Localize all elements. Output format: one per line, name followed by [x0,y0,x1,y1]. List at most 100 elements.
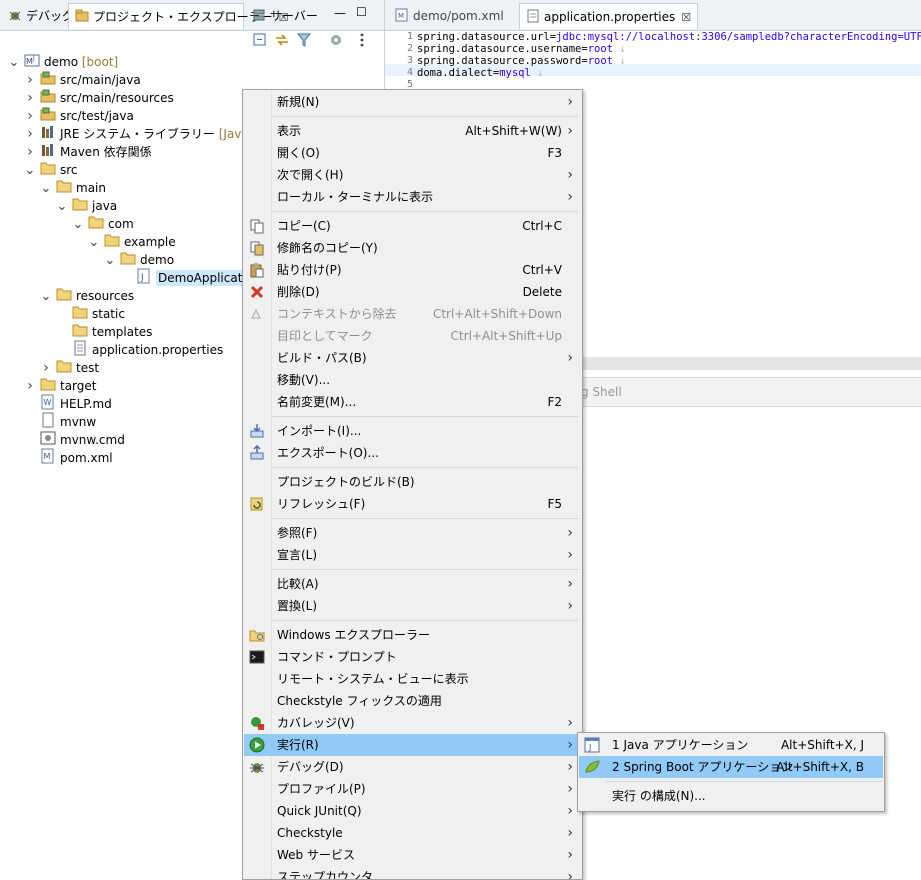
menu-item[interactable]: Checkstyle フィックスの適用 [244,690,581,712]
tab-application-properties[interactable]: application.properties ☒ [519,3,699,29]
tree-item[interactable]: ⌄ main [40,178,106,196]
menu-item[interactable]: 削除(D) Delete [244,281,581,303]
menu-item[interactable]: Windows エクスプローラー [244,624,581,646]
chevron-right-icon[interactable]: › [24,125,36,143]
tree-item[interactable]: › src/test/java [24,106,134,124]
chevron-down-icon[interactable]: ⌄ [40,290,52,303]
chevron-right-icon[interactable]: › [24,377,36,395]
menu-item-shortcut: Ctrl+C [522,219,562,233]
chevron-right-icon[interactable]: › [24,71,36,89]
tree-item[interactable]: › test [40,358,99,376]
chevron-down-icon[interactable]: ⌄ [24,164,36,177]
collapse-all-icon[interactable] [252,32,268,48]
menu-item[interactable]: 貼り付け(P) Ctrl+V [244,259,581,281]
link-with-editor-icon[interactable] [274,32,290,48]
menu-item[interactable]: カバレッジ(V) › [244,712,581,734]
menu-item[interactable]: プロジェクトのビルド(B) [244,471,581,493]
menu-item[interactable]: Quick JUnit(Q) › [244,800,581,822]
tree-item[interactable]: › src/main/resources [24,88,174,106]
tree-item[interactable]: ⌄ resources [40,286,134,304]
tree-item[interactable]: ⌄ M Jdemo [boot] [8,52,118,70]
code-line: spring.datasource.url=jdbc:mysql://local… [417,31,921,43]
menu-item[interactable]: 比較(A) › [244,573,581,595]
menu-item[interactable]: 実行(R) › [244,734,581,756]
submenu-item[interactable]: 実行 の構成(N)... [579,785,883,807]
menu-item[interactable]: 修飾名のコピー(Y) [244,237,581,259]
menu-item[interactable]: リフレッシュ(F) F5 [244,493,581,515]
tree-item[interactable]: application.properties [56,340,223,358]
tree-item[interactable]: › Maven 依存関係 [24,142,152,160]
tab-project-explorer[interactable]: プロジェクト・エクスプローラー ☒ [68,3,289,29]
menu-item[interactable]: コマンド・プロンプト [244,646,581,668]
maximize-icon[interactable]: ☐ [356,5,367,19]
tree-item[interactable]: ⌄ com [72,214,134,232]
focus-task-icon[interactable] [328,32,344,48]
menu-separator [606,781,882,782]
menu-item-label: デバッグ(D) [277,760,344,774]
submenu-item[interactable]: 2 Spring Boot アプリケーション Alt+Shift+X, B [579,756,883,778]
menu-item[interactable]: 参照(F) › [244,522,581,544]
menu-item[interactable]: 開く(O) F3 [244,142,581,164]
tree-item[interactable]: mvnw.cmd [24,430,125,448]
menu-item[interactable]: 宣言(L) › [244,544,581,566]
menu-item[interactable]: 新規(N) › [244,91,581,113]
view-menu-icon[interactable] [354,32,370,48]
tab-servers[interactable]: サーバー [246,3,324,29]
tree-item[interactable]: templates [56,322,152,340]
tree-item[interactable]: ⌄ java [56,196,117,214]
chevron-right-icon[interactable]: › [24,107,36,125]
submenu-item[interactable]: J 1 Java アプリケーション Alt+Shift+X, J [579,734,883,756]
chevron-right-icon[interactable]: › [24,89,36,107]
chevron-right-icon[interactable]: › [24,143,36,161]
refresh-icon [249,496,265,512]
chevron-down-icon[interactable]: ⌄ [40,182,52,195]
tree-item[interactable]: J DemoApplicatio [120,268,256,286]
tree-item[interactable]: W HELP.md [24,394,112,412]
tree-item-label: demo [44,55,79,69]
tree-item[interactable]: ⌄ example [88,232,176,250]
menu-item[interactable]: 置換(L) › [244,595,581,617]
menu-item[interactable]: インポート(I)... [244,420,581,442]
menu-item[interactable]: プロファイル(P) › [244,778,581,800]
chevron-down-icon[interactable]: ⌄ [88,236,100,249]
tab-pom-xml[interactable]: Mdemo/pom.xml [389,3,510,29]
menu-item-label: 実行(R) [277,738,319,752]
menu-item[interactable]: コンテキストから除去 Ctrl+Alt+Shift+Down [244,303,581,325]
menu-item[interactable]: コピー(C) Ctrl+C [244,215,581,237]
chevron-down-icon[interactable]: ⌄ [56,200,68,213]
chevron-down-icon[interactable]: ⌄ [8,56,20,69]
tree-item[interactable]: › target [24,376,96,395]
tree-item[interactable]: static [56,304,125,322]
chevron-down-icon[interactable]: ⌄ [72,218,84,231]
menu-item[interactable]: Checkstyle › [244,822,581,844]
menu-item[interactable]: エクスポート(O)... [244,442,581,464]
menu-item[interactable]: 表示 Alt+Shift+W(W) › [244,120,581,142]
menu-item[interactable]: 目印としてマーク Ctrl+Alt+Shift+Up [244,325,581,347]
menu-item[interactable]: デバッグ(D) › [244,756,581,778]
menu-item[interactable]: ローカル・ターミナルに表示 › [244,186,581,208]
menu-item-label: Checkstyle [277,826,343,840]
tree-item-label: mvnw.cmd [60,433,125,447]
tree-item[interactable]: ⌄ src [24,160,78,178]
tree-item[interactable]: mvnw [24,412,96,430]
spring-shell-tab-label[interactable]: g Shell [581,385,622,399]
filter-icon[interactable] [296,32,312,48]
menu-item[interactable]: 次で開く(H) › [244,164,581,186]
minimize-icon[interactable]: — [334,6,346,20]
menu-item-label: コマンド・プロンプト [277,650,397,664]
explorer-icon [249,627,265,643]
file-icon [40,412,56,428]
svg-text:W: W [44,398,52,407]
menu-item-label: 実行 の構成(N)... [612,789,706,803]
menu-item[interactable]: リモート・システム・ビューに表示 [244,668,581,690]
menu-item[interactable]: ビルド・パス(B) › [244,347,581,369]
menu-item[interactable]: 名前変更(M)... F2 [244,391,581,413]
chevron-down-icon[interactable]: ⌄ [104,254,116,267]
tree-item[interactable]: › src/main/java [24,70,141,88]
tree-item[interactable]: ⌄ demo [104,250,174,268]
tree-item[interactable]: Mpom.xml [24,448,113,466]
menu-item[interactable]: 移動(V)... [244,369,581,391]
menu-item[interactable]: Web サービス › [244,844,581,866]
chevron-right-icon[interactable]: › [40,359,52,377]
close-icon[interactable]: ☒ [681,11,691,24]
